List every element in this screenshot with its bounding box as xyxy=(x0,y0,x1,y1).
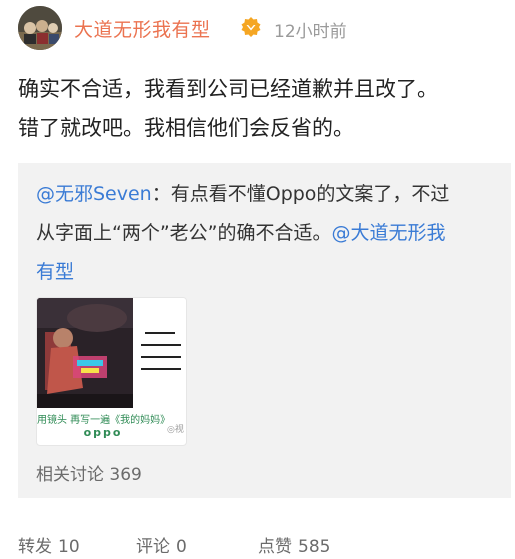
comment-label: 评论 xyxy=(136,537,170,557)
avatar[interactable] xyxy=(18,6,62,50)
repost-line: 从字面上“两个”老公”的确不合适。@大道无形我 xyxy=(36,214,501,253)
repost-line: @无邪Seven：有点看不懂Oppo的文案了，不过 xyxy=(36,175,501,214)
like-label: 点赞 xyxy=(258,537,292,557)
comment-count: 0 xyxy=(176,537,187,557)
related-discussion[interactable]: 相关讨论 369 xyxy=(36,460,142,485)
repost-count: 10 xyxy=(58,537,80,557)
repost-button[interactable]: 转发 10 xyxy=(18,532,80,557)
video-caption: 用镜头 再写一遍《我的妈妈》 xyxy=(37,415,171,426)
brand-logo: oppo xyxy=(83,426,123,439)
like-button[interactable]: 点赞 585 xyxy=(258,532,330,557)
related-label: 相关讨论 xyxy=(36,465,104,485)
post-body: 确实不合适，我看到公司已经道歉并且改了。 错了就改吧。我相信他们会反省的。 xyxy=(18,70,506,148)
comment-button[interactable]: 评论 0 xyxy=(136,532,187,557)
video-card[interactable]: 用镜头 再写一遍《我的妈妈》 oppo ◎视 xyxy=(36,297,187,446)
post-header: 大道无形我有型 12小时前 xyxy=(18,6,498,50)
like-count: 585 xyxy=(298,537,331,557)
repost-text: @无邪Seven：有点看不懂Oppo的文案了，不过 从字面上“两个”老公”的确不… xyxy=(36,175,501,292)
repost-label: 转发 xyxy=(18,537,52,557)
related-count: 369 xyxy=(109,465,142,485)
repost-text-fragment: 从字面上“两个”老公”的确不合适。 xyxy=(36,222,332,244)
post-body-line: 确实不合适，我看到公司已经道歉并且改了。 xyxy=(18,77,438,101)
post-time: 12小时前 xyxy=(274,22,347,42)
post-body-line: 错了就改吧。我相信他们会反省的。 xyxy=(18,116,354,140)
mention-link[interactable]: @大道无形我 xyxy=(332,222,446,244)
username[interactable]: 大道无形我有型 xyxy=(74,15,211,42)
repost-text-fragment: ：有点看不懂Oppo的文案了，不过 xyxy=(151,183,450,205)
video-thumbnail xyxy=(37,298,186,408)
video-play-label: ◎视 xyxy=(167,425,184,435)
repost-container[interactable]: @无邪Seven：有点看不懂Oppo的文案了，不过 从字面上“两个”老公”的确不… xyxy=(18,163,511,498)
mention-link[interactable]: @无邪Seven xyxy=(36,183,152,205)
verified-badge-icon xyxy=(241,17,261,37)
mention-link[interactable]: 有型 xyxy=(36,261,74,283)
repost-line: 有型 xyxy=(36,253,501,292)
action-bar: 转发 10 评论 0 点赞 585 xyxy=(18,532,498,559)
